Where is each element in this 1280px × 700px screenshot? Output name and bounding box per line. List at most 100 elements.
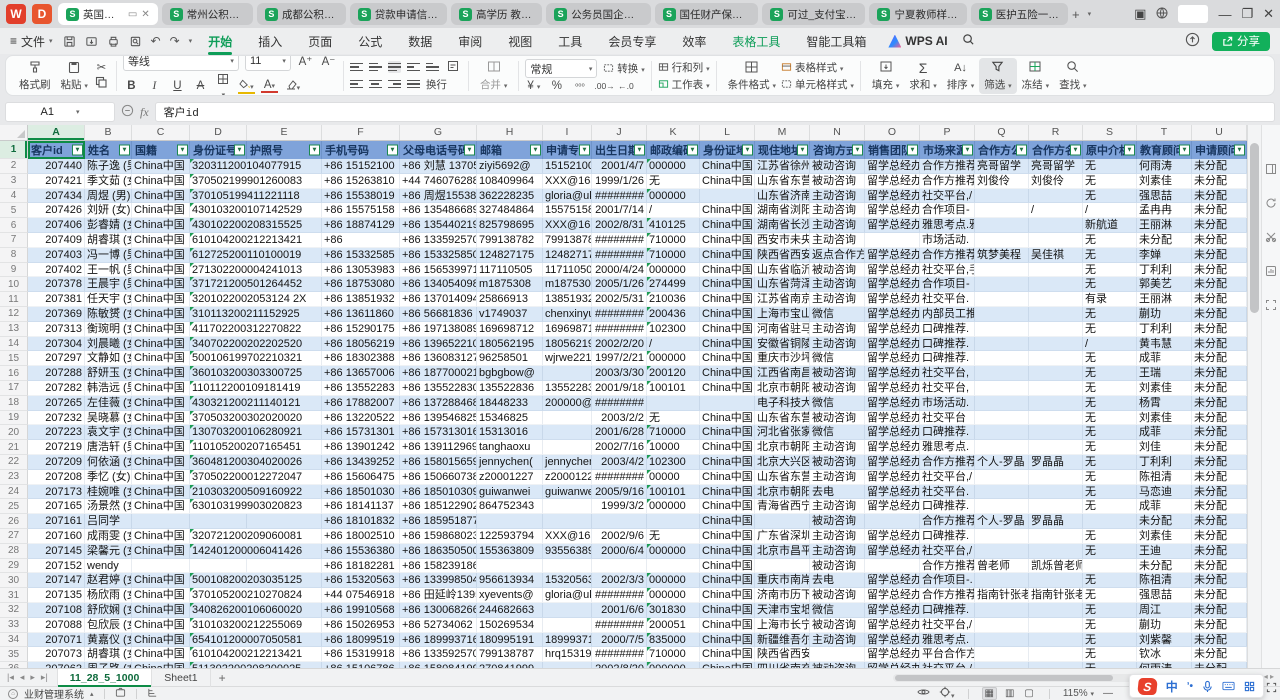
- cell-I6[interactable]: XXX@163.: [543, 218, 592, 233]
- row-header-31[interactable]: 31: [0, 588, 28, 603]
- cell-R19[interactable]: [1029, 411, 1083, 426]
- cell-B32[interactable]: 舒欣娴 (女: [85, 603, 132, 618]
- find-button[interactable]: 查找 ▾: [1054, 60, 1091, 92]
- row-header-7[interactable]: 7: [0, 233, 28, 248]
- cell-S22[interactable]: 无: [1083, 455, 1137, 470]
- cell-S11[interactable]: 有录: [1083, 292, 1137, 307]
- cell-E29[interactable]: [247, 559, 322, 574]
- cell-M2[interactable]: 江苏省徐州: [755, 159, 810, 174]
- column-header-N[interactable]: N: [810, 125, 865, 140]
- cell-N22[interactable]: 被动咨询: [810, 455, 865, 470]
- conditional-format-button[interactable]: 条件格式 ▾: [723, 60, 781, 92]
- freeze-button[interactable]: 冻结 ▾: [1017, 60, 1054, 92]
- column-header-P[interactable]: P: [920, 125, 975, 140]
- cell-Q24[interactable]: [975, 485, 1029, 500]
- row-header-1[interactable]: 1: [0, 141, 28, 159]
- cell-C31[interactable]: China中国: [132, 588, 190, 603]
- cell-A3[interactable]: 207421: [28, 174, 85, 189]
- cell-M16[interactable]: 江西省南昌: [755, 366, 810, 381]
- cell-K34[interactable]: 835000: [647, 633, 700, 648]
- cell-K5[interactable]: /: [647, 203, 700, 218]
- cell-S28[interactable]: 无: [1083, 544, 1137, 559]
- cell-I23[interactable]: z20001227: [543, 470, 592, 485]
- output-icon[interactable]: [85, 35, 98, 48]
- cell-L34[interactable]: China中国: [700, 633, 755, 648]
- cell-M6[interactable]: 湖南省长沙: [755, 218, 810, 233]
- cell-U24[interactable]: 未分配: [1192, 485, 1247, 500]
- cell-D11[interactable]: 3201022002053124 2X: [190, 292, 247, 307]
- cell-B5[interactable]: 刘妍 (女): [85, 203, 132, 218]
- cell-R29[interactable]: 凯烁曾老师: [1029, 559, 1083, 574]
- cell-U32[interactable]: 未分配: [1192, 603, 1247, 618]
- cell-G30[interactable]: +86 1339985047: [400, 573, 477, 588]
- cell-C5[interactable]: China中国: [132, 203, 190, 218]
- align-center-icon[interactable]: [369, 78, 382, 91]
- cell-B28[interactable]: 梁馨元 (女: [85, 544, 132, 559]
- cell-C29[interactable]: [132, 559, 190, 574]
- undo-icon[interactable]: ↶: [151, 34, 161, 48]
- cell-S31[interactable]: 无: [1083, 588, 1137, 603]
- cut-icon[interactable]: ✂: [93, 60, 110, 74]
- cell-T15[interactable]: 成菲: [1137, 351, 1192, 366]
- cell-B2[interactable]: 陈子逸 (男: [85, 159, 132, 174]
- cell-S25[interactable]: 无: [1083, 499, 1137, 514]
- column-header-D[interactable]: D: [190, 125, 247, 140]
- cell-K2[interactable]: 000000: [647, 159, 700, 174]
- cell-style-button[interactable]: 单元格样式 ▾: [781, 77, 854, 92]
- cell-C27[interactable]: China中国: [132, 529, 190, 544]
- cell-P8[interactable]: 合作方推荐: [920, 248, 975, 263]
- merge-button[interactable]: 合并 ▾: [475, 60, 512, 92]
- row-header-9[interactable]: 9: [0, 263, 28, 278]
- cell-P19[interactable]: 社交平台: [920, 411, 975, 426]
- cell-I34[interactable]: 189993716: [543, 633, 592, 648]
- cell-G7[interactable]: +86 1335925706: [400, 233, 477, 248]
- cell-M5[interactable]: 湖南省浏阳: [755, 203, 810, 218]
- cell-F6[interactable]: +86 18874129: [322, 218, 400, 233]
- cell-F7[interactable]: +86: [322, 233, 400, 248]
- row-header-29[interactable]: 29: [0, 559, 28, 574]
- cell-B20[interactable]: 袁文宇 (女: [85, 425, 132, 440]
- cell-P28[interactable]: 社交平台,/: [920, 544, 975, 559]
- row-header-12[interactable]: 12: [0, 307, 28, 322]
- cell-U23[interactable]: 未分配: [1192, 470, 1247, 485]
- align-bottom-icon[interactable]: [388, 61, 401, 74]
- cell-N3[interactable]: 被动咨询: [810, 174, 865, 189]
- cell-A9[interactable]: 207402: [28, 263, 85, 278]
- document-tab[interactable]: S成都公积金.xlsx: [257, 3, 346, 25]
- cell-A31[interactable]: 207135: [28, 588, 85, 603]
- cell-D10[interactable]: 371721200501264452: [190, 277, 247, 292]
- cell-O4[interactable]: 留学总经办: [865, 189, 920, 204]
- cell-Q11[interactable]: [975, 292, 1029, 307]
- cell-G23[interactable]: +86 1506607386: [400, 470, 477, 485]
- cell-H26[interactable]: [477, 514, 543, 529]
- cell-P33[interactable]: 社交平台,/: [920, 618, 975, 633]
- cell-Q17[interactable]: [975, 381, 1029, 396]
- cell-N10[interactable]: 主动咨询: [810, 277, 865, 292]
- name-box[interactable]: A1▾: [5, 102, 115, 122]
- docer-icon[interactable]: D: [32, 4, 52, 24]
- cell-A4[interactable]: 207434: [28, 189, 85, 204]
- row-header-14[interactable]: 14: [0, 337, 28, 352]
- cell-L2[interactable]: China中国: [700, 159, 755, 174]
- cell-K17[interactable]: 100101: [647, 381, 700, 396]
- cell-O8[interactable]: 留学总经办: [865, 248, 920, 263]
- cell-T26[interactable]: 未分配: [1137, 514, 1192, 529]
- cell-L8[interactable]: China中国: [700, 248, 755, 263]
- column-header-A[interactable]: A: [28, 125, 85, 140]
- cell-L3[interactable]: China中国: [700, 174, 755, 189]
- cell-B33[interactable]: 包欣辰 (女: [85, 618, 132, 633]
- cell-B18[interactable]: 左佳薇 (女: [85, 396, 132, 411]
- eye-protect-icon[interactable]: [917, 687, 930, 700]
- cell-F32[interactable]: +86 19910568: [322, 603, 400, 618]
- cell-D12[interactable]: 310113200211152925: [190, 307, 247, 322]
- cell-M31[interactable]: 济南市历下: [755, 588, 810, 603]
- cell-S30[interactable]: 无: [1083, 573, 1137, 588]
- cell-U14[interactable]: 未分配: [1192, 337, 1247, 352]
- cell-A33[interactable]: 207088: [28, 618, 85, 633]
- filter-dropdown-icon[interactable]: ▼: [72, 145, 83, 156]
- cell-L32[interactable]: China中国: [700, 603, 755, 618]
- cell-L22[interactable]: China中国: [700, 455, 755, 470]
- cell-T2[interactable]: 何雨涛: [1137, 159, 1192, 174]
- cell-H13[interactable]: 169698712: [477, 322, 543, 337]
- cell-G33[interactable]: +86 52734062: [400, 618, 477, 633]
